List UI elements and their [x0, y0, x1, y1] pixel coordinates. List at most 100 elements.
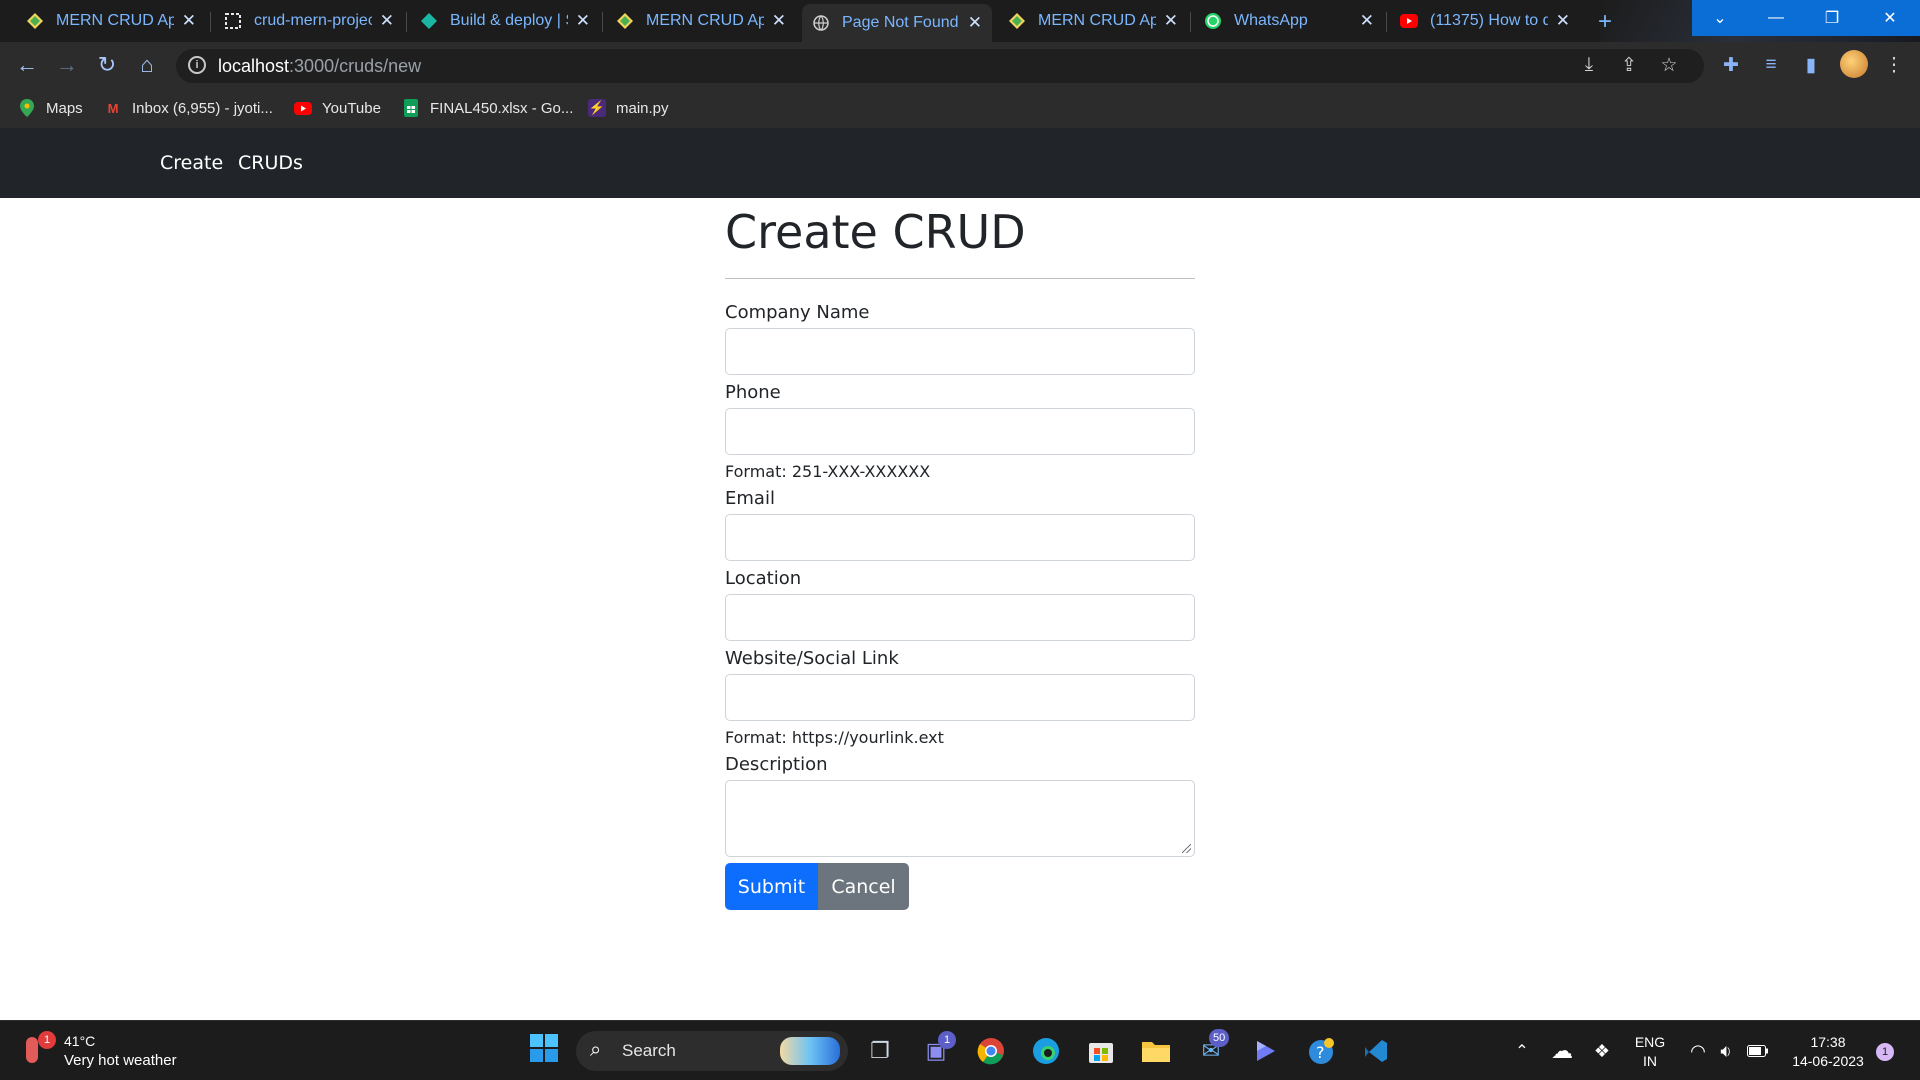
clock[interactable]: 17:38 14-06-2023	[1780, 1033, 1876, 1071]
folder-icon	[1142, 1042, 1170, 1062]
home-icon: ⌂	[140, 52, 154, 77]
render-diamond-icon	[420, 12, 438, 30]
bookmark-youtube[interactable]: YouTube	[294, 96, 381, 120]
close-icon[interactable]: ✕	[1556, 11, 1570, 31]
close-icon[interactable]: ✕	[182, 11, 196, 31]
close-window-button[interactable]: ✕	[1860, 0, 1920, 36]
home-button[interactable]: ⌂	[134, 52, 160, 78]
restore-icon: ❐	[1824, 10, 1840, 27]
close-icon[interactable]: ✕	[1360, 11, 1374, 31]
profile-avatar[interactable]	[1840, 50, 1868, 78]
description-label: Description	[725, 754, 828, 775]
tab-title: MERN CRUD App	[1038, 12, 1156, 29]
form-actions: Submit Cancel	[725, 863, 1195, 910]
mail-taskbar-icon[interactable]: ✉ 50	[1195, 1029, 1230, 1067]
website-format-hint: Format: https://yourlink.ext	[725, 728, 944, 747]
task-view-icon[interactable]: ❐	[864, 1035, 896, 1067]
onedrive-icon[interactable]: ☁	[1546, 1035, 1578, 1067]
share-icon[interactable]: ⇪	[1617, 53, 1641, 77]
clock-time: 17:38	[1810, 1034, 1846, 1050]
taskbar-search[interactable]: ⌕ Search	[576, 1031, 848, 1071]
phone-format-hint: Format: 251-XXX-XXXXXX	[725, 462, 931, 481]
tab-page-not-found[interactable]: Page Not Found ✕	[802, 4, 992, 42]
microsoft-store-icon	[1089, 1043, 1113, 1063]
resize-grip-icon[interactable]	[1182, 844, 1191, 853]
language-indicator[interactable]: ENG IN	[1628, 1033, 1672, 1071]
get-help-icon: ?	[1309, 1038, 1334, 1064]
address-bar[interactable]: i localhost:3000/cruds/new ⤓ ⇪ ☆	[176, 49, 1704, 83]
weather-badge: 1	[38, 1031, 56, 1049]
chevron-down-icon: ⌄	[1713, 10, 1727, 27]
mern-diamond-icon	[1008, 12, 1026, 30]
close-icon[interactable]: ✕	[576, 11, 590, 31]
side-panel-icon[interactable]: ▮	[1799, 53, 1823, 77]
tab-title: MERN CRUD App	[646, 12, 764, 29]
description-textarea[interactable]	[725, 780, 1195, 857]
back-button[interactable]: ←	[14, 52, 40, 78]
tab-whatsapp[interactable]: WhatsApp ✕	[1194, 6, 1384, 36]
bookmark-maps[interactable]: Maps	[18, 96, 83, 120]
teams-chat-icon[interactable]: ▣ 1	[920, 1031, 956, 1067]
email-input[interactable]	[725, 514, 1195, 561]
tab-title: (11375) How to d	[1430, 12, 1548, 29]
close-icon[interactable]: ✕	[380, 11, 394, 31]
edge-taskbar-icon[interactable]	[1030, 1035, 1062, 1067]
phone-input[interactable]	[725, 408, 1195, 455]
create-crud-form: Create CRUD Company Name Phone Format: 2…	[725, 198, 1195, 910]
search-icon: ⌕	[590, 1039, 602, 1061]
cancel-button[interactable]: Cancel	[818, 863, 909, 910]
website-input[interactable]	[725, 674, 1195, 721]
nav-create-link[interactable]: Create	[160, 152, 223, 174]
store-taskbar-icon[interactable]	[1085, 1035, 1117, 1067]
globe-icon	[812, 14, 830, 32]
close-icon[interactable]: ✕	[772, 11, 786, 31]
thermometer-icon	[26, 1037, 38, 1063]
close-icon[interactable]: ✕	[968, 13, 982, 33]
more-menu-icon[interactable]: ⋮	[1882, 53, 1906, 77]
chrome-taskbar-icon[interactable]	[975, 1035, 1007, 1067]
volume-icon[interactable]: 🔉︎	[1710, 1035, 1742, 1067]
teams-badge: 1	[938, 1031, 956, 1049]
bookmark-sheets[interactable]: FINAL450.xlsx - Go...	[402, 96, 573, 120]
tab-youtube-video[interactable]: (11375) How to d ✕	[1390, 6, 1580, 36]
company-name-input[interactable]	[725, 328, 1195, 375]
edge-icon	[1033, 1038, 1059, 1064]
install-app-icon[interactable]: ⤓	[1577, 53, 1601, 77]
url-text[interactable]: localhost:3000/cruds/new	[218, 56, 421, 77]
tab-build-deploy[interactable]: Build & deploy | S ✕	[410, 6, 600, 36]
bookmark-main-py[interactable]: ⚡ main.py	[588, 96, 669, 120]
restore-button[interactable]: ❐	[1804, 0, 1860, 36]
tab-mern-crud-1[interactable]: MERN CRUD App ✕	[16, 6, 206, 36]
app-navbar: Create CRUDs	[0, 128, 1920, 198]
dropbox-icon[interactable]: ❖	[1586, 1035, 1618, 1067]
location-input[interactable]	[725, 594, 1195, 641]
forward-button[interactable]: →	[54, 52, 80, 78]
tab-search-button[interactable]: ⌄	[1692, 0, 1748, 36]
help-taskbar-icon[interactable]: ?	[1305, 1035, 1337, 1067]
extensions-puzzle-icon[interactable]: ✚	[1719, 53, 1743, 77]
submit-button[interactable]: Submit	[725, 863, 818, 910]
reading-list-icon[interactable]: ≡	[1759, 53, 1783, 77]
weather-widget[interactable]: 1 41°C Very hot weather	[22, 1031, 202, 1073]
minimize-button[interactable]: —	[1748, 0, 1804, 36]
close-icon[interactable]: ✕	[1164, 11, 1178, 31]
browser-tab-strip: MERN CRUD App ✕ crud-mern-projec ✕ Build…	[0, 0, 1920, 128]
nav-cruds-link[interactable]: CRUDs	[238, 152, 303, 174]
power-automate-taskbar-icon[interactable]	[1250, 1035, 1282, 1067]
start-button[interactable]	[528, 1034, 560, 1067]
tab-mern-crud-2[interactable]: MERN CRUD App ✕	[606, 6, 796, 36]
tab-crud-mern-project[interactable]: crud-mern-projec ✕	[214, 6, 404, 36]
site-info-icon[interactable]: i	[188, 56, 206, 74]
website-label: Website/Social Link	[725, 648, 899, 669]
reload-button[interactable]: ↻	[94, 52, 120, 78]
battery-icon[interactable]	[1742, 1035, 1774, 1067]
new-tab-button[interactable]: +	[1598, 8, 1612, 36]
vscode-taskbar-icon[interactable]	[1360, 1035, 1392, 1067]
notification-badge[interactable]: 1	[1876, 1043, 1894, 1061]
bookmark-star-icon[interactable]: ☆	[1657, 53, 1681, 77]
tab-mern-crud-3[interactable]: MERN CRUD App ✕	[998, 6, 1188, 36]
file-explorer-taskbar-icon[interactable]	[1140, 1035, 1172, 1067]
weather-description: Very hot weather	[64, 1052, 177, 1069]
bookmark-gmail[interactable]: M Inbox (6,955) - jyoti...	[104, 96, 273, 120]
tray-overflow-chevron-icon[interactable]: ⌃	[1506, 1035, 1538, 1067]
